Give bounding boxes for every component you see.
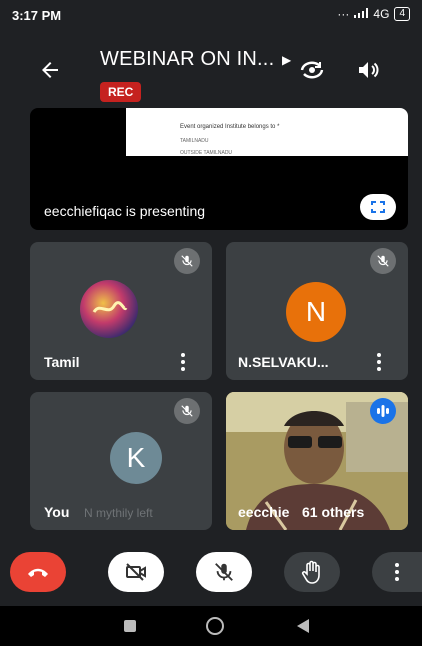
- participant-name: Tamil: [44, 354, 80, 370]
- more-options-icon[interactable]: [180, 352, 186, 372]
- camera-off-icon: [126, 563, 146, 581]
- presenter-label: eecchiefiqac is presenting: [44, 203, 206, 219]
- slide-question: Event organized Institute belongs to *: [180, 124, 280, 130]
- slide-option: TAMILNADU: [180, 138, 209, 144]
- avatar: [80, 280, 138, 338]
- avatar: N: [286, 282, 346, 342]
- mic-toggle-button[interactable]: [196, 552, 252, 592]
- participant-tile-tamil[interactable]: Tamil: [30, 242, 212, 380]
- hand-icon: [301, 560, 320, 584]
- dots-icon: ···: [337, 7, 350, 21]
- system-nav-bar: [0, 606, 422, 646]
- more-options-button[interactable]: [372, 552, 422, 592]
- fullscreen-button[interactable]: [360, 194, 396, 220]
- mic-off-icon: [174, 248, 200, 274]
- participant-tile-you[interactable]: K You N mythily left: [30, 392, 212, 530]
- participant-tile-video[interactable]: eecchie 61 others: [226, 392, 408, 530]
- end-call-button[interactable]: [10, 552, 66, 592]
- participant-name: N.SELVAKU...: [238, 354, 329, 370]
- raise-hand-button[interactable]: [284, 552, 340, 592]
- slide-option: OUTSIDE TAMILNADU: [180, 150, 233, 156]
- avatar: K: [110, 432, 162, 484]
- speaking-indicator-icon: [370, 398, 396, 424]
- left-notification: N mythily left: [84, 506, 153, 520]
- participant-tile-selvaku[interactable]: N N.SELVAKU...: [226, 242, 408, 380]
- fullscreen-icon: [371, 201, 385, 213]
- mic-off-icon: [366, 116, 392, 142]
- camera-toggle-button[interactable]: [108, 552, 164, 592]
- title-expand-icon[interactable]: ▶: [282, 53, 291, 67]
- back-nav-icon[interactable]: [296, 618, 310, 639]
- network-type: 4G: [373, 7, 390, 21]
- home-icon[interactable]: [206, 617, 224, 635]
- participant-name: You: [44, 504, 70, 520]
- participant-name: eecchie: [238, 504, 290, 520]
- presentation-tile[interactable]: Event organized Institute belongs to * T…: [30, 108, 408, 230]
- mic-off-icon: [215, 563, 233, 581]
- recents-icon[interactable]: [124, 620, 136, 632]
- others-count: 61 others: [302, 504, 365, 520]
- mic-off-icon: [370, 248, 396, 274]
- meeting-title[interactable]: WEBINAR ON IN...: [100, 48, 274, 71]
- signal-icon: [354, 7, 369, 21]
- phone-hangup-icon: [28, 568, 48, 577]
- mic-off-icon: [174, 398, 200, 424]
- more-options-icon[interactable]: [376, 352, 382, 372]
- status-time: 3:17 PM: [12, 8, 62, 23]
- more-vert-icon: [395, 563, 399, 581]
- rec-badge: REC: [100, 82, 142, 102]
- switch-camera-icon[interactable]: [298, 58, 326, 82]
- speaker-icon[interactable]: [356, 58, 380, 82]
- back-arrow-icon[interactable]: [38, 58, 62, 82]
- status-icons: ··· 4G 4: [337, 7, 410, 21]
- battery-icon: 4: [394, 7, 410, 21]
